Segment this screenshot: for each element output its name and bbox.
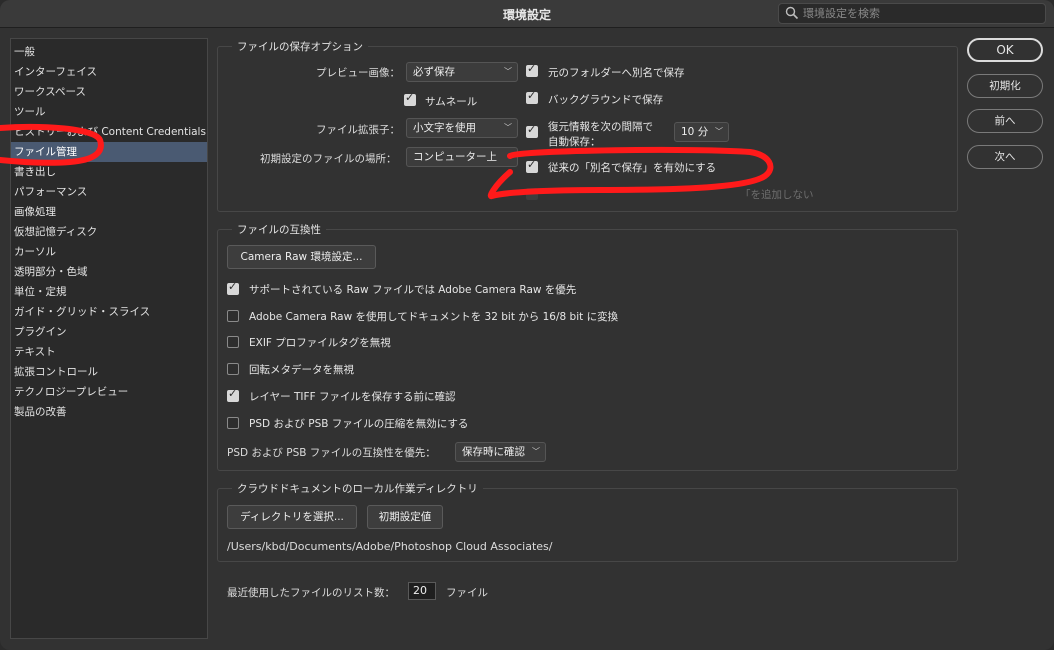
reset-button[interactable]: 初期化 — [967, 74, 1043, 98]
sidebar-item-product-improvement[interactable]: 製品の改善 — [11, 402, 207, 422]
save-as-original-label: 元のフォルダーへ別名で保存 — [548, 67, 685, 79]
ext-select[interactable]: 小文字を使用 ﹀ — [406, 118, 518, 138]
maximize-compat-value: 保存時に確認 — [462, 446, 525, 458]
default-location-value: コンピューター上 — [413, 151, 497, 163]
recent-files-unit: ファイル — [446, 587, 488, 599]
autosave-interval-value: 10 分 — [681, 126, 709, 138]
compat-option-checkbox[interactable] — [227, 417, 239, 429]
ext-select-value: 小文字を使用 — [413, 122, 476, 134]
camera-raw-prefs-button[interactable]: Camera Raw 環境設定... — [227, 245, 376, 269]
legacy-save-as-label: 従来の「別名で保存」を有効にする — [548, 162, 717, 174]
compat-option-label: 回転メタデータを無視 — [249, 364, 354, 376]
sidebar-item-tech-previews[interactable]: テクノロジープレビュー — [11, 382, 207, 402]
group-title: クラウドドキュメントのローカル作業ディレクトリ — [232, 481, 483, 496]
compat-option-label: サポートされている Raw ファイルでは Adobe Camera Raw を優… — [249, 284, 577, 296]
compat-option-checkbox[interactable] — [227, 387, 239, 402]
title-bar: 環境設定 — [0, 0, 1054, 28]
sidebar-item-history[interactable]: ヒストリーおよび Content Credentials — [11, 122, 207, 142]
sidebar-item-scratch-disks[interactable]: 仮想記憶ディスク — [11, 222, 207, 242]
background-save-label: バックグラウンドで保存 — [548, 94, 664, 106]
recent-files-input[interactable]: 20 — [408, 582, 436, 600]
compat-option-label: PSD および PSB ファイルの圧縮を無効にする — [249, 418, 469, 430]
cloud-directory-path: /Users/kbd/Documents/Adobe/Photoshop Clo… — [227, 540, 553, 553]
preview-select-value: 必ず保存 — [413, 66, 455, 78]
copy-label: 「を追加しない — [740, 189, 814, 201]
thumbnail-checkbox[interactable] — [404, 91, 416, 106]
compat-option-label: レイヤー TIFF ファイルを保存する前に確認 — [249, 391, 456, 403]
copy-checkbox[interactable] — [526, 188, 538, 200]
preferences-window: 環境設定 一般 インターフェイス ワークスペース ツール ヒストリーおよび Co… — [0, 0, 1054, 650]
sidebar-item-plugins[interactable]: プラグイン — [11, 322, 207, 342]
compat-option-label: Adobe Camera Raw を使用してドキュメントを 32 bit から … — [249, 311, 619, 323]
search-box[interactable] — [778, 3, 1046, 24]
chevron-down-icon: ﹀ — [532, 447, 540, 456]
maximize-compat-label: PSD および PSB ファイルの互換性を優先： — [227, 447, 436, 459]
compat-option-checkbox[interactable] — [227, 336, 239, 348]
sidebar-item-cursors[interactable]: カーソル — [11, 242, 207, 262]
autosave-interval-select[interactable]: 10 分 ﹀ — [674, 122, 729, 142]
chevron-down-icon: ﹀ — [504, 67, 512, 76]
sidebar-item-image-processing[interactable]: 画像処理 — [11, 202, 207, 222]
category-sidebar: 一般 インターフェイス ワークスペース ツール ヒストリーおよび Content… — [10, 38, 208, 639]
autosave-label-line2: 自動保存： — [548, 136, 601, 148]
group-title: ファイルの保存オプション — [232, 39, 368, 54]
chevron-down-icon: ﹀ — [504, 123, 512, 132]
compat-option-checkbox[interactable] — [227, 310, 239, 322]
sidebar-item-interface[interactable]: インターフェイス — [11, 62, 207, 82]
autosave-checkbox[interactable] — [526, 123, 538, 138]
sidebar-item-transparency[interactable]: 透明部分・色域 — [11, 262, 207, 282]
sidebar-item-workspace[interactable]: ワークスペース — [11, 82, 207, 102]
search-icon — [785, 6, 799, 20]
sidebar-item-export[interactable]: 書き出し — [11, 162, 207, 182]
next-button[interactable]: 次へ — [967, 145, 1043, 169]
sidebar-item-type[interactable]: テキスト — [11, 342, 207, 362]
default-location-label: 初期設定のファイルの場所： — [260, 153, 397, 165]
save-as-original-checkbox[interactable] — [526, 62, 538, 77]
sidebar-item-enhanced-controls[interactable]: 拡張コントロール — [11, 362, 207, 382]
sidebar-item-tools[interactable]: ツール — [11, 102, 207, 122]
default-location-select[interactable]: コンピューター上 — [406, 147, 518, 167]
preview-select[interactable]: 必ず保存 ﹀ — [406, 62, 518, 82]
autosave-label-line1: 復元情報を次の間隔で — [548, 121, 653, 133]
sidebar-item-units[interactable]: 単位・定規 — [11, 282, 207, 302]
compat-option-checkbox[interactable] — [227, 280, 239, 295]
default-directory-button[interactable]: 初期設定値 — [367, 505, 443, 529]
search-input[interactable] — [803, 5, 1039, 22]
sidebar-item-guides[interactable]: ガイド・グリッド・スライス — [11, 302, 207, 322]
legacy-save-as-checkbox[interactable] — [526, 158, 538, 173]
thumbnail-label: サムネール — [425, 96, 478, 108]
compat-option-checkbox[interactable] — [227, 363, 239, 375]
maximize-compat-select[interactable]: 保存時に確認 ﹀ — [455, 442, 546, 462]
ok-button[interactable]: OK — [967, 38, 1043, 62]
chevron-down-icon: ﹀ — [715, 127, 723, 136]
background-save-checkbox[interactable] — [526, 89, 538, 104]
sidebar-item-general[interactable]: 一般 — [11, 42, 207, 62]
sidebar-item-file-handling[interactable]: ファイル管理 — [11, 142, 207, 162]
prev-button[interactable]: 前へ — [967, 109, 1043, 133]
ext-label: ファイル拡張子： — [316, 124, 400, 136]
recent-files-label: 最近使用したファイルのリスト数： — [227, 587, 395, 599]
sidebar-item-performance[interactable]: パフォーマンス — [11, 182, 207, 202]
preview-label: プレビュー画像： — [316, 67, 400, 79]
compat-option-label: EXIF プロファイルタグを無視 — [249, 337, 391, 349]
group-title: ファイルの互換性 — [232, 222, 326, 237]
choose-directory-button[interactable]: ディレクトリを選択... — [227, 505, 357, 529]
